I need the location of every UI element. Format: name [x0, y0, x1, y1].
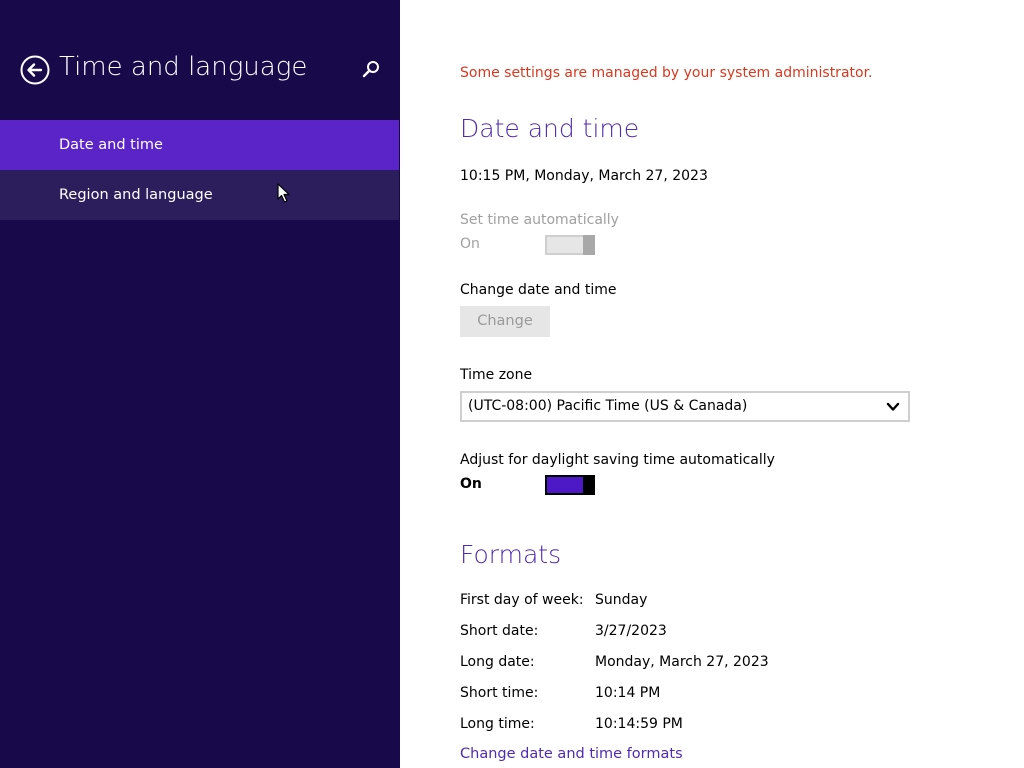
long-date-label: Long date: — [460, 654, 535, 670]
time-zone-label: Time zone — [460, 367, 533, 383]
settings-content: Some settings are managed by your system… — [400, 0, 1024, 768]
current-date-time: 10:15 PM, Monday, March 27, 2023 — [460, 168, 708, 184]
dst-state: On — [460, 476, 482, 492]
time-zone-value: (UTC-08:00) Pacific Time (US & Canada) — [468, 398, 748, 414]
long-time-value: 10:14:59 PM — [595, 716, 683, 732]
chevron-down-icon — [886, 402, 900, 411]
long-date-value: Monday, March 27, 2023 — [595, 654, 769, 670]
sidebar-item-region-and-language[interactable]: Region and language — [0, 170, 399, 220]
change-button[interactable]: Change — [460, 306, 550, 337]
change-date-time-label: Change date and time — [460, 282, 617, 298]
sidebar-item-date-and-time[interactable]: Date and time — [0, 120, 399, 170]
mouse-pointer-icon — [277, 183, 290, 203]
first-day-label: First day of week: — [460, 592, 584, 608]
sidebar: Time and language Date and time Region a… — [0, 0, 400, 768]
short-time-label: Short time: — [460, 685, 539, 701]
search-icon[interactable] — [360, 59, 382, 81]
time-zone-dropdown[interactable]: (UTC-08:00) Pacific Time (US & Canada) — [460, 391, 910, 422]
sidebar-item-label: Region and language — [59, 187, 213, 203]
first-day-value: Sunday — [595, 592, 648, 608]
short-time-value: 10:14 PM — [595, 685, 661, 701]
set-time-auto-state: On — [460, 236, 480, 252]
formats-heading: Formats — [460, 540, 562, 569]
set-time-auto-label: Set time automatically — [460, 212, 619, 228]
short-date-value: 3/27/2023 — [595, 623, 667, 639]
date-time-heading: Date and time — [460, 114, 640, 143]
admin-notice: Some settings are managed by your system… — [460, 65, 873, 81]
sidebar-item-label: Date and time — [59, 137, 163, 153]
long-time-label: Long time: — [460, 716, 535, 732]
short-date-label: Short date: — [460, 623, 539, 639]
toggle-thumb — [583, 235, 595, 255]
change-formats-link[interactable]: Change date and time formats — [460, 746, 683, 762]
set-time-auto-toggle[interactable] — [545, 235, 595, 255]
panel-title: Time and language — [59, 52, 308, 82]
back-arrow-icon[interactable] — [20, 55, 50, 85]
dst-label: Adjust for daylight saving time automati… — [460, 452, 775, 468]
toggle-thumb — [583, 475, 595, 495]
dst-toggle[interactable] — [545, 475, 595, 495]
